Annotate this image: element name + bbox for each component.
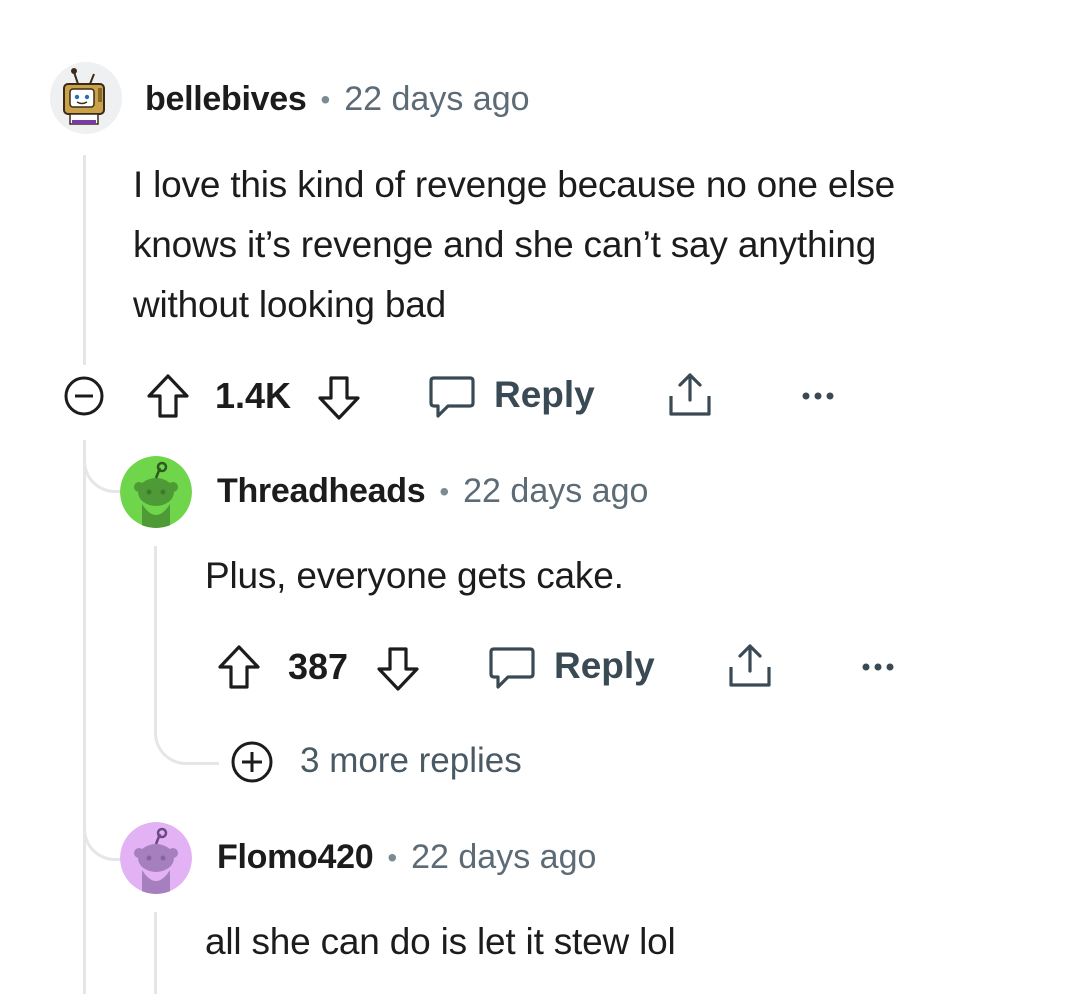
upvote-icon[interactable] — [145, 372, 191, 420]
avatar-image — [120, 456, 192, 528]
thread-connector — [154, 712, 219, 765]
avatar-image — [50, 62, 122, 134]
comment-body: Plus, everyone gets cake. — [205, 546, 624, 606]
comment-meta: bellebives • 22 days ago — [145, 80, 530, 119]
comment-body: all she can do is let it stew lol — [205, 912, 676, 972]
overflow-menu-icon[interactable] — [800, 388, 836, 404]
separator-dot: • — [320, 83, 331, 115]
reply-button[interactable]: Reply — [494, 374, 595, 416]
timestamp[interactable]: 22 days ago — [463, 472, 648, 511]
upvote-icon[interactable] — [216, 643, 262, 691]
username[interactable]: Flomo420 — [217, 838, 374, 877]
comment-meta: Threadheads • 22 days ago — [217, 472, 648, 511]
separator-dot: • — [387, 841, 398, 873]
comment-body: I love this kind of revenge because no o… — [133, 155, 895, 335]
timestamp[interactable]: 22 days ago — [411, 838, 596, 877]
comment-body-line: I love this kind of revenge because no o… — [133, 164, 895, 205]
timestamp[interactable]: 22 days ago — [344, 80, 529, 119]
comment-body-line: knows it’s revenge and she can’t say any… — [133, 224, 877, 265]
more-replies-link[interactable]: 3 more replies — [300, 741, 522, 781]
thread-line[interactable] — [154, 546, 157, 726]
vote-score: 1.4K — [215, 375, 292, 416]
avatar-image — [120, 822, 192, 894]
comment-body-line: Plus, everyone gets cake. — [205, 555, 624, 596]
comment-body-line: all she can do is let it stew lol — [205, 921, 676, 962]
reply-bubble-icon[interactable] — [428, 374, 476, 420]
username[interactable]: Threadheads — [217, 472, 426, 511]
overflow-menu-icon[interactable] — [860, 659, 896, 675]
thread-line[interactable] — [83, 155, 86, 365]
reply-button[interactable]: Reply — [554, 645, 655, 687]
thread-line[interactable] — [154, 912, 157, 994]
thread-line[interactable] — [83, 440, 86, 994]
comment-body-line: without looking bad — [133, 284, 446, 325]
share-icon[interactable] — [726, 641, 774, 691]
separator-dot: • — [439, 475, 450, 507]
vote-score: 387 — [288, 646, 349, 687]
collapse-icon[interactable] — [63, 375, 105, 417]
expand-icon[interactable] — [230, 740, 274, 784]
comment-meta: Flomo420 • 22 days ago — [217, 838, 596, 877]
avatar[interactable] — [120, 822, 192, 894]
share-icon[interactable] — [666, 370, 714, 420]
downvote-icon[interactable] — [316, 374, 362, 422]
username[interactable]: bellebives — [145, 80, 307, 119]
avatar[interactable] — [50, 62, 122, 134]
downvote-icon[interactable] — [375, 645, 421, 693]
reply-bubble-icon[interactable] — [488, 645, 536, 691]
avatar[interactable] — [120, 456, 192, 528]
